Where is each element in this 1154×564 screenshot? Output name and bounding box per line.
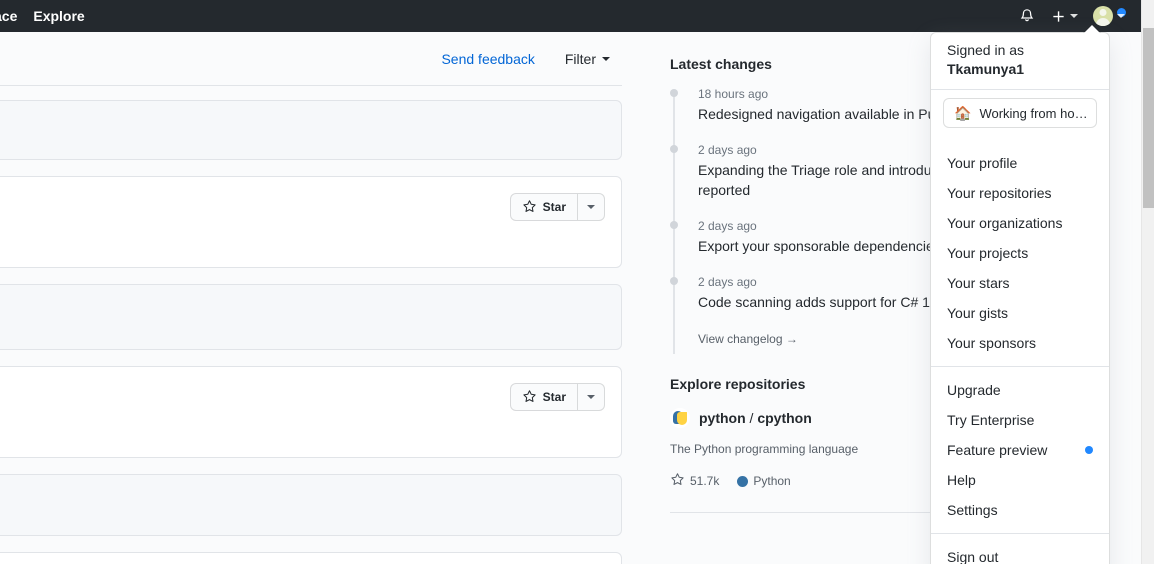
nav-marketplace[interactable]: ace xyxy=(0,9,25,23)
browser-viewport: ace Explore xyxy=(0,0,1154,564)
feed-card: Star xyxy=(0,176,622,268)
star-icon xyxy=(670,472,685,490)
star-button[interactable]: Star xyxy=(509,383,577,411)
avatar xyxy=(1093,6,1113,26)
python-logo-icon xyxy=(670,408,690,428)
header-nav: ace Explore xyxy=(0,0,93,32)
star-button-label: Star xyxy=(542,390,566,404)
status-row: 🏠 Working from ho… xyxy=(931,89,1109,140)
repo-separator: / xyxy=(749,410,754,426)
feed-card-actions: Star xyxy=(0,177,621,237)
timeline-dot-icon xyxy=(670,145,678,153)
page-scrollbar[interactable] xyxy=(1141,0,1154,564)
feed-card xyxy=(0,474,622,536)
menu-item-your-stars[interactable]: Your stars xyxy=(931,268,1109,298)
menu-caret-icon xyxy=(1084,25,1100,33)
user-avatar-button[interactable] xyxy=(1087,6,1128,26)
chevron-down-icon xyxy=(1117,14,1125,18)
menu-item-your-repositories[interactable]: Your repositories xyxy=(931,178,1109,208)
signed-in-block: Signed in as Tkamunya1 xyxy=(931,33,1109,89)
menu-item-feature-preview[interactable]: Feature preview xyxy=(931,435,1109,465)
menu-item-label: Feature preview xyxy=(947,442,1048,458)
timeline-dot-icon xyxy=(670,221,678,229)
chevron-down-icon xyxy=(587,395,595,399)
menu-item-settings[interactable]: Settings xyxy=(931,495,1109,525)
chevron-down-icon xyxy=(1070,14,1078,18)
star-button-label: Star xyxy=(542,200,566,214)
star-icon xyxy=(522,389,537,406)
star-dropdown-button[interactable] xyxy=(577,383,605,411)
feed-card xyxy=(0,100,622,160)
repo-language-label: Python xyxy=(753,474,791,488)
feed-card xyxy=(0,552,622,564)
menu-group-settings: Upgrade Try Enterprise Feature preview H… xyxy=(931,366,1109,533)
menu-item-your-sponsors[interactable]: Your sponsors xyxy=(931,328,1109,358)
feed-card-actions: Star xyxy=(0,367,621,427)
language-color-dot-icon xyxy=(737,475,749,487)
repo-language: Python xyxy=(737,474,791,488)
star-button-group: Star xyxy=(509,193,605,221)
star-dropdown-button[interactable] xyxy=(577,193,605,221)
feed-card xyxy=(0,284,622,350)
scrollbar-thumb[interactable] xyxy=(1143,28,1154,208)
menu-item-your-gists[interactable]: Your gists xyxy=(931,298,1109,328)
plus-icon xyxy=(1051,9,1066,24)
send-feedback-link[interactable]: Send feedback xyxy=(441,51,534,67)
status-label: Working from ho… xyxy=(979,105,1088,121)
menu-item-your-organizations[interactable]: Your organizations xyxy=(931,208,1109,238)
menu-item-upgrade[interactable]: Upgrade xyxy=(931,375,1109,405)
repo-star-count: 51.7k xyxy=(690,474,720,488)
set-status-button[interactable]: 🏠 Working from ho… xyxy=(943,98,1097,128)
signed-in-label: Signed in as xyxy=(947,42,1025,58)
star-button[interactable]: Star xyxy=(509,193,577,221)
menu-item-sign-out[interactable]: Sign out xyxy=(931,542,1109,564)
star-icon xyxy=(522,199,537,216)
repo-name: cpython xyxy=(757,410,812,426)
repo-owner: python xyxy=(699,410,746,426)
user-dropdown-menu: Signed in as Tkamunya1 🏠 Working from ho… xyxy=(930,24,1110,564)
menu-group-signout: Sign out xyxy=(931,533,1109,564)
notifications-button[interactable] xyxy=(1012,0,1042,32)
nav-explore[interactable]: Explore xyxy=(25,9,92,23)
feed-toolbar: Send feedback Filter xyxy=(0,32,622,86)
global-header: ace Explore xyxy=(0,0,1141,32)
create-new-button[interactable] xyxy=(1044,0,1085,32)
bell-icon xyxy=(1019,8,1035,24)
menu-item-your-profile[interactable]: Your profile xyxy=(931,148,1109,178)
menu-item-your-projects[interactable]: Your projects xyxy=(931,238,1109,268)
signed-in-username: Tkamunya1 xyxy=(947,61,1025,77)
news-feed-column: Send feedback Filter Star Star xyxy=(0,32,622,564)
repo-stars[interactable]: 51.7k xyxy=(670,472,719,490)
star-button-group: Star xyxy=(509,383,605,411)
chevron-down-icon xyxy=(602,56,610,61)
new-feature-dot-icon xyxy=(1085,446,1093,454)
house-icon: 🏠 xyxy=(954,105,972,121)
menu-group-account: Your profile Your repositories Your orga… xyxy=(931,140,1109,366)
filter-label: Filter xyxy=(564,50,596,67)
feed-card: Star xyxy=(0,366,622,458)
timeline-dot-icon xyxy=(670,277,678,285)
menu-item-help[interactable]: Help xyxy=(931,465,1109,495)
header-actions xyxy=(1012,0,1141,32)
menu-item-try-enterprise[interactable]: Try Enterprise xyxy=(931,405,1109,435)
timeline-dot-icon xyxy=(670,89,678,97)
view-changelog-link[interactable]: View changelog → xyxy=(698,332,798,346)
chevron-down-icon xyxy=(587,205,595,209)
filter-dropdown-button[interactable]: Filter xyxy=(559,51,616,67)
repo-link[interactable]: python / cpython xyxy=(699,410,812,426)
